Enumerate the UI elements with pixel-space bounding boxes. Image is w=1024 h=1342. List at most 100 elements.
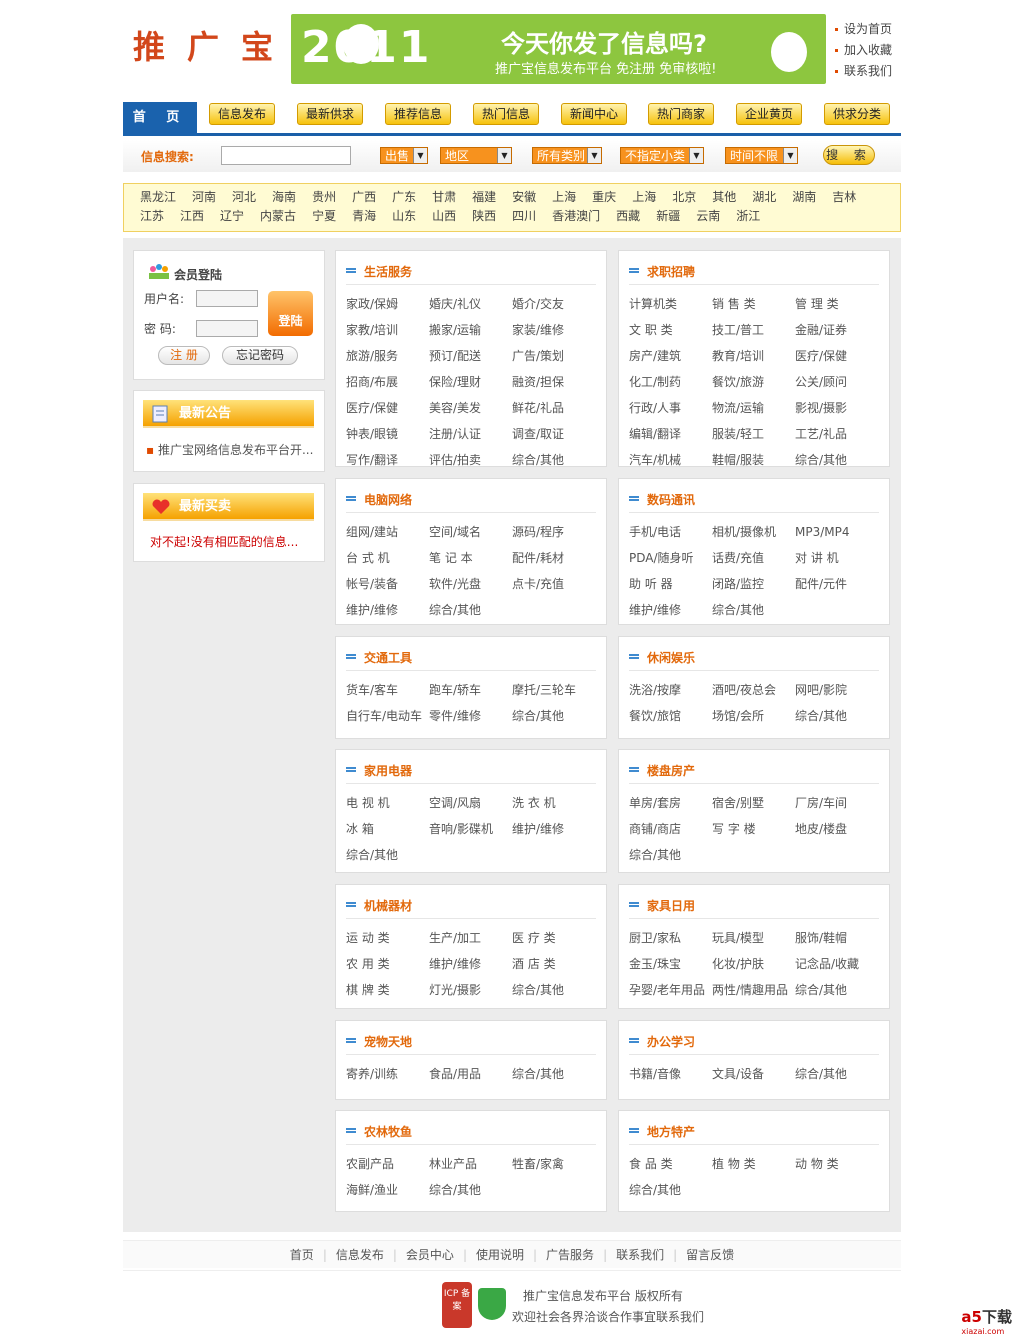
- category-link[interactable]: 鲜花/礼品: [512, 397, 595, 420]
- register-button[interactable]: 注 册: [158, 346, 210, 365]
- region-link[interactable]: 河南: [192, 188, 216, 207]
- category-link[interactable]: 对 讲 机: [795, 547, 878, 570]
- footer-link[interactable]: 首页: [290, 1248, 314, 1262]
- category-title[interactable]: 交通工具: [346, 649, 596, 671]
- category-link[interactable]: 房产/建筑: [629, 345, 712, 368]
- region-link[interactable]: 广西: [352, 188, 376, 207]
- category-link[interactable]: 旅游/服务: [346, 345, 429, 368]
- category-link[interactable]: 写 字 楼: [712, 818, 795, 841]
- category-link[interactable]: 助 听 器: [629, 573, 712, 596]
- category-link[interactable]: 钟表/眼镜: [346, 423, 429, 446]
- category-link[interactable]: 洗浴/按摩: [629, 679, 712, 702]
- category-link[interactable]: 组网/建站: [346, 521, 429, 544]
- category-link[interactable]: 手机/电话: [629, 521, 712, 544]
- category-link[interactable]: 冰 箱: [346, 818, 429, 841]
- category-link[interactable]: 综合/其他: [512, 1063, 595, 1086]
- category-link[interactable]: 餐饮/旅馆: [629, 705, 712, 728]
- site-logo[interactable]: 推广宝: [133, 22, 295, 68]
- category-link[interactable]: 音响/影碟机: [429, 818, 512, 841]
- category-link[interactable]: 配件/元件: [795, 573, 878, 596]
- region-link[interactable]: 湖南: [792, 188, 816, 207]
- category-title[interactable]: 电脑网络: [346, 491, 596, 513]
- category-link[interactable]: 棋 牌 类: [346, 979, 429, 1002]
- category-link[interactable]: 洗 衣 机: [512, 792, 595, 815]
- category-link[interactable]: 酒吧/夜总会: [712, 679, 795, 702]
- add-favorite-link[interactable]: 加入收藏: [835, 40, 892, 61]
- category-link[interactable]: 地皮/楼盘: [795, 818, 878, 841]
- nav-item[interactable]: 新闻中心: [561, 103, 627, 125]
- category-link[interactable]: 书籍/音像: [629, 1063, 712, 1086]
- category-link[interactable]: 农副产品: [346, 1153, 429, 1176]
- category-link[interactable]: 电 视 机: [346, 792, 429, 815]
- category-link[interactable]: 工艺/礼品: [795, 423, 878, 446]
- header-banner[interactable]: 2011 今天你发了信息吗? 推广宝信息发布平台 免注册 免审核啦!: [291, 14, 826, 84]
- region-link[interactable]: 浙江: [736, 207, 760, 226]
- category-link[interactable]: 物流/运输: [712, 397, 795, 420]
- region-select[interactable]: 地区 ▼: [440, 147, 512, 164]
- region-link[interactable]: 广东: [392, 188, 416, 207]
- nav-item[interactable]: 推荐信息: [385, 103, 451, 125]
- category-link[interactable]: 影视/摄影: [795, 397, 878, 420]
- region-link[interactable]: 北京: [672, 188, 696, 207]
- category-link[interactable]: 自行车/电动车: [346, 705, 429, 728]
- category-link[interactable]: 医 疗 类: [512, 927, 595, 950]
- category-link[interactable]: 相机/摄像机: [712, 521, 795, 544]
- region-link[interactable]: 内蒙古: [260, 207, 296, 226]
- category-link[interactable]: 技工/普工: [712, 319, 795, 342]
- category-link[interactable]: 销 售 类: [712, 293, 795, 316]
- category-link[interactable]: 维护/维修: [512, 818, 595, 841]
- time-select[interactable]: 时间不限 ▼: [725, 147, 798, 164]
- category-link[interactable]: 写作/翻译: [346, 449, 429, 472]
- region-link[interactable]: 云南: [696, 207, 720, 226]
- category-link[interactable]: 服装/轻工: [712, 423, 795, 446]
- category-link[interactable]: 动 物 类: [795, 1153, 878, 1176]
- category-title[interactable]: 地方特产: [629, 1123, 879, 1145]
- category-link[interactable]: 广告/策划: [512, 345, 595, 368]
- category-link[interactable]: 宿舍/别墅: [712, 792, 795, 815]
- category-link[interactable]: 婚介/交友: [512, 293, 595, 316]
- category-link[interactable]: 家教/培训: [346, 319, 429, 342]
- category-link[interactable]: 搬家/运输: [429, 319, 512, 342]
- forgot-password-button[interactable]: 忘记密码: [222, 346, 298, 365]
- region-link[interactable]: 上海: [552, 188, 576, 207]
- search-input[interactable]: [221, 146, 351, 165]
- region-link[interactable]: 宁夏: [312, 207, 336, 226]
- category-link[interactable]: 商铺/商店: [629, 818, 712, 841]
- nav-home-tab[interactable]: 首 页: [123, 102, 197, 136]
- category-title[interactable]: 家用电器: [346, 762, 596, 784]
- category-link[interactable]: 孕婴/老年用品: [629, 979, 712, 1002]
- login-button[interactable]: 登陆: [268, 291, 313, 336]
- footer-link[interactable]: 信息发布: [336, 1248, 384, 1262]
- category-link[interactable]: 金融/证券: [795, 319, 878, 342]
- category-link[interactable]: MP3/MP4: [795, 521, 878, 544]
- category-link[interactable]: 农 用 类: [346, 953, 429, 976]
- category-title[interactable]: 宠物天地: [346, 1033, 596, 1055]
- region-link[interactable]: 西藏: [616, 207, 640, 226]
- type-select[interactable]: 出售 ▼: [380, 147, 428, 164]
- category-link[interactable]: 综合/其他: [795, 1063, 878, 1086]
- category-link[interactable]: 招商/布展: [346, 371, 429, 394]
- category-link[interactable]: 家政/保姆: [346, 293, 429, 316]
- category-link[interactable]: 生产/加工: [429, 927, 512, 950]
- region-link[interactable]: 贵州: [312, 188, 336, 207]
- category-link[interactable]: 酒 店 类: [512, 953, 595, 976]
- category-link[interactable]: 两性/情趣用品: [712, 979, 795, 1002]
- category-link[interactable]: 保险/理财: [429, 371, 512, 394]
- region-link[interactable]: 甘肃: [432, 188, 456, 207]
- category-link[interactable]: 综合/其他: [712, 599, 795, 622]
- category-link[interactable]: 公关/顾问: [795, 371, 878, 394]
- category-link[interactable]: 综合/其他: [795, 705, 878, 728]
- search-button[interactable]: 搜 索: [823, 145, 875, 165]
- category-link[interactable]: 汽车/机械: [629, 449, 712, 472]
- category-title[interactable]: 求职招聘: [629, 263, 879, 285]
- region-link[interactable]: 海南: [272, 188, 296, 207]
- category-link[interactable]: 服饰/鞋帽: [795, 927, 878, 950]
- region-link[interactable]: 江西: [180, 207, 204, 226]
- category-link[interactable]: 综合/其他: [629, 1179, 712, 1202]
- region-link[interactable]: 河北: [232, 188, 256, 207]
- set-homepage-link[interactable]: 设为首页: [835, 19, 892, 40]
- category-link[interactable]: 文 职 类: [629, 319, 712, 342]
- category-title[interactable]: 家具日用: [629, 897, 879, 919]
- category-link[interactable]: 玩具/模型: [712, 927, 795, 950]
- category-link[interactable]: 医疗/保健: [795, 345, 878, 368]
